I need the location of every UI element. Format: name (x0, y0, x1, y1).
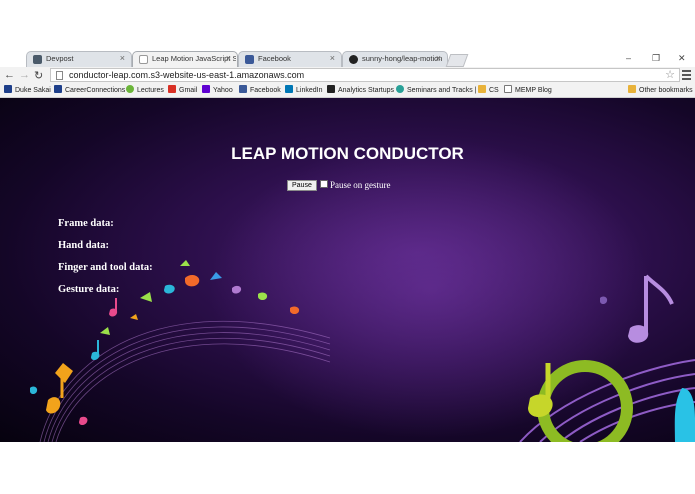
bookmarks-bar: Duke Sakai CareerConnections Lectures Gm… (0, 84, 695, 98)
bookmark-analytics-startups[interactable]: Analytics Startups (327, 85, 394, 94)
bookmark-duke-sakai[interactable]: Duke Sakai (4, 85, 51, 94)
bookmark-lectures[interactable]: Lectures (126, 85, 164, 94)
bookmark-label: Duke Sakai (15, 87, 51, 94)
bookmark-label: Gmail (179, 87, 198, 94)
bookmark-memp-blog[interactable]: MEMP Blog (504, 85, 552, 94)
page-icon (139, 55, 148, 64)
bookmark-cs[interactable]: CS (478, 85, 499, 94)
gmail-icon (168, 85, 176, 93)
bookmark-icon (126, 85, 134, 93)
pause-on-gesture-label: Pause on gesture (330, 180, 391, 190)
tab-title: sunny-hong/leap-motion (362, 54, 443, 63)
close-tab-icon[interactable]: × (120, 53, 125, 63)
tab-devpost[interactable]: Devpost × (26, 51, 132, 67)
page-title: LEAP MOTION CONDUCTOR (231, 144, 464, 163)
browser-toolbar: ← → ↻ conductor-leap.com.s3-website-us-e… (0, 67, 695, 84)
close-tab-icon[interactable]: × (436, 53, 441, 63)
bookmark-label: Facebook (250, 87, 281, 94)
bookmark-label: Seminars and Tracks | (407, 87, 477, 94)
bookmark-icon (396, 85, 404, 93)
bookmark-seminars[interactable]: Seminars and Tracks | (396, 85, 477, 94)
bookmark-label: LinkedIn (296, 87, 323, 94)
bookmark-label: Other bookmarks (639, 87, 693, 94)
menu-icon[interactable] (682, 70, 691, 82)
close-tab-icon[interactable]: × (330, 53, 335, 63)
new-tab-button[interactable] (445, 54, 469, 67)
bookmark-gmail[interactable]: Gmail (168, 85, 197, 94)
bookmark-facebook[interactable]: Facebook (239, 85, 281, 94)
facebook-icon (245, 55, 254, 64)
bookmark-icon (54, 85, 62, 93)
page-icon (56, 71, 63, 80)
bookmark-label: CareerConnections (65, 87, 126, 94)
yahoo-icon (202, 85, 210, 93)
devpost-icon (33, 55, 42, 64)
bookmark-linkedin[interactable]: LinkedIn (285, 85, 322, 94)
bookmark-label: Lectures (137, 87, 164, 94)
close-tab-icon[interactable]: × (226, 53, 231, 63)
restore-button[interactable]: ❐ (652, 53, 660, 64)
facebook-icon (239, 85, 247, 93)
hand-data-label: Hand data: (58, 240, 110, 251)
address-bar[interactable]: conductor-leap.com.s3-website-us-east-1.… (50, 68, 680, 82)
back-icon[interactable]: ← (4, 69, 15, 81)
bookmark-label: Yahoo (213, 87, 233, 94)
address-text: conductor-leap.com.s3-website-us-east-1.… (69, 70, 305, 80)
tab-leap-motion[interactable]: Leap Motion JavaScript S × (132, 51, 238, 67)
folder-icon (628, 85, 636, 93)
tab-facebook[interactable]: Facebook × (238, 51, 342, 67)
bookmark-label: Analytics Startups (338, 87, 395, 94)
note-icon (55, 363, 73, 383)
tab-github[interactable]: sunny-hong/leap-motion × (342, 51, 448, 67)
forward-icon[interactable]: → (19, 69, 30, 81)
gesture-data-label: Gesture data: (58, 284, 120, 295)
bookmark-label: CS (489, 87, 499, 94)
folder-icon (478, 85, 486, 93)
pause-button[interactable]: Pause (287, 180, 317, 191)
star-icon[interactable]: ☆ (665, 68, 675, 81)
pause-on-gesture-checkbox[interactable] (320, 180, 328, 188)
bookmark-yahoo[interactable]: Yahoo (202, 85, 233, 94)
other-bookmarks[interactable]: Other bookmarks (628, 85, 693, 94)
minimize-button[interactable]: – (626, 53, 631, 63)
frame-data-label: Frame data: (58, 218, 114, 229)
page-content: LEAP MOTION CONDUCTOR Pause Pause on ges… (0, 98, 695, 442)
reload-icon[interactable]: ↻ (34, 69, 43, 82)
linkedin-icon (285, 85, 293, 93)
bookmark-label: MEMP Blog (515, 87, 552, 94)
github-icon (349, 55, 358, 64)
finger-tool-data-label: Finger and tool data: (58, 262, 153, 273)
page-icon (504, 85, 512, 93)
tab-title: Leap Motion JavaScript S (152, 54, 236, 63)
bookmark-careerconnections[interactable]: CareerConnections (54, 85, 125, 94)
bookmark-icon (4, 85, 12, 93)
bookmark-icon (327, 85, 335, 93)
tab-title: Devpost (46, 54, 74, 63)
tab-strip: Devpost × Leap Motion JavaScript S × Fac… (0, 49, 695, 67)
close-window-button[interactable]: ✕ (678, 53, 686, 64)
